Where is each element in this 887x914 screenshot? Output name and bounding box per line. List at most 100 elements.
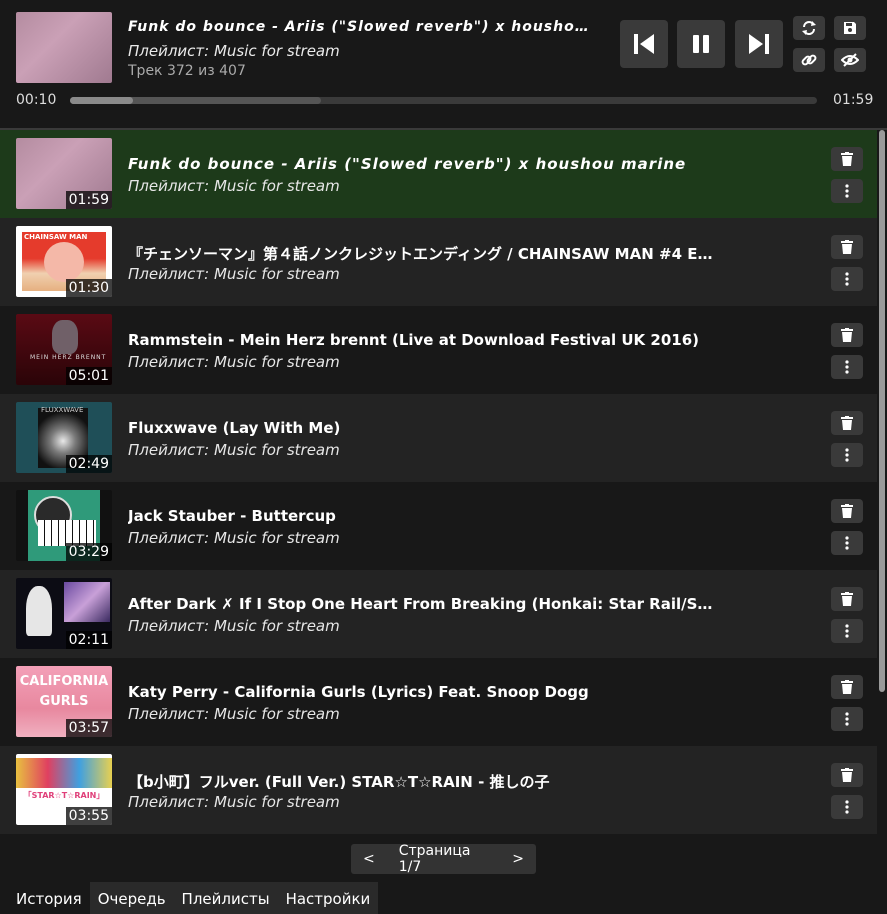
tab-playlists[interactable]: Плейлисты xyxy=(173,882,278,914)
thumbnail-art: 「STAR☆T☆RAIN」 xyxy=(23,791,105,800)
thumbnail-art: FLUXXWAVE xyxy=(41,406,84,414)
more-options-button[interactable] xyxy=(831,355,863,379)
track-duration: 02:49 xyxy=(65,455,112,473)
trash-icon xyxy=(841,592,853,606)
more-vertical-icon xyxy=(845,624,849,638)
more-options-button[interactable] xyxy=(831,179,863,203)
delete-track-button[interactable] xyxy=(831,763,863,787)
eye-slash-icon xyxy=(841,53,859,67)
track-playlist: Плейлист: Music for stream xyxy=(128,529,340,547)
track-title: After Dark ✗ If I Stop One Heart From Br… xyxy=(128,595,718,613)
pagination: < Страница 1/7 > xyxy=(351,843,536,875)
track-title: Katy Perry - California Gurls (Lyrics) F… xyxy=(128,683,589,701)
track-thumbnail: 03:29 xyxy=(16,490,112,561)
track-duration: 03:57 xyxy=(65,719,112,737)
track-thumbnail: FLUXXWAVE 02:49 xyxy=(16,402,112,473)
more-options-button[interactable] xyxy=(831,531,863,555)
more-options-button[interactable] xyxy=(831,619,863,643)
track-row[interactable]: MEIN HERZ BRENNT 05:01 Rammstein - Mein … xyxy=(0,306,877,394)
save-icon xyxy=(844,22,856,34)
trash-icon xyxy=(841,328,853,342)
more-vertical-icon xyxy=(845,448,849,462)
repeat-icon xyxy=(802,21,816,35)
track-row[interactable]: 03:29 Jack Stauber - Buttercup Плейлист:… xyxy=(0,482,877,570)
thumbnail-art: MEIN HERZ BRENNT xyxy=(30,354,107,361)
track-list: 01:59 Funk do bounce - Ariis ("Slowed re… xyxy=(0,130,877,836)
pause-icon xyxy=(693,35,709,53)
progress-bar[interactable] xyxy=(70,97,817,104)
save-button[interactable] xyxy=(834,16,866,40)
thumbnail-art xyxy=(26,586,52,636)
skip-previous-icon xyxy=(634,34,654,54)
track-duration: 03:55 xyxy=(65,807,112,825)
track-thumbnail: 02:11 xyxy=(16,578,112,649)
track-row[interactable]: 02:11 After Dark ✗ If I Stop One Heart F… xyxy=(0,570,877,658)
track-title: Fluxxwave (Lay With Me) xyxy=(128,419,341,437)
tab-settings[interactable]: Настройки xyxy=(277,882,379,914)
previous-button[interactable] xyxy=(620,20,668,68)
track-row[interactable]: FLUXXWAVE 02:49 Fluxxwave (Lay With Me) … xyxy=(0,394,877,482)
hide-video-button[interactable] xyxy=(834,48,866,72)
track-row[interactable]: CALIFORNIA GURLS 03:57 Katy Perry - Cali… xyxy=(0,658,877,746)
more-options-button[interactable] xyxy=(831,795,863,819)
more-vertical-icon xyxy=(845,712,849,726)
track-duration: 01:30 xyxy=(65,279,112,297)
thumbnail-art xyxy=(16,758,112,788)
repeat-button[interactable] xyxy=(793,16,825,40)
thumbnail-art xyxy=(44,242,84,282)
tab-queue[interactable]: Очередь xyxy=(89,882,174,914)
total-time: 01:59 xyxy=(833,92,874,108)
track-title: Jack Stauber - Buttercup xyxy=(128,507,336,525)
pause-button[interactable] xyxy=(677,20,725,68)
next-page-button[interactable]: > xyxy=(500,851,536,867)
thumbnail-art: CHAINSAW MAN xyxy=(24,233,88,241)
delete-track-button[interactable] xyxy=(831,675,863,699)
thumbnail-art: GURLS xyxy=(39,694,89,709)
thumbnail-art: CALIFORNIA xyxy=(19,674,109,689)
track-title: Funk do bounce - Ariis ("Slowed reverb")… xyxy=(128,155,687,173)
list-scrollbar[interactable] xyxy=(877,130,887,836)
more-options-button[interactable] xyxy=(831,443,863,467)
more-options-button[interactable] xyxy=(831,267,863,291)
next-button[interactable] xyxy=(735,20,783,68)
track-playlist: Плейлист: Music for stream xyxy=(128,793,340,811)
thumbnail-art xyxy=(64,582,110,622)
track-duration: 02:11 xyxy=(65,631,112,649)
track-thumbnail: 「STAR☆T☆RAIN」 03:55 xyxy=(16,754,112,825)
tab-history[interactable]: История xyxy=(0,882,90,914)
delete-track-button[interactable] xyxy=(831,499,863,523)
track-counter: Трек 372 из 407 xyxy=(128,63,246,79)
track-thumbnail: CALIFORNIA GURLS 03:57 xyxy=(16,666,112,737)
page-indicator: Страница 1/7 xyxy=(398,843,471,875)
track-row[interactable]: 「STAR☆T☆RAIN」 03:55 【b小町】フルver. (Full Ve… xyxy=(0,746,877,834)
delete-track-button[interactable] xyxy=(831,411,863,435)
trash-icon xyxy=(841,240,853,254)
delete-track-button[interactable] xyxy=(831,235,863,259)
player-bar: Funk do bounce - Ariis ("Slowed reverb")… xyxy=(0,0,887,130)
delete-track-button[interactable] xyxy=(831,587,863,611)
track-thumbnail: MEIN HERZ BRENNT 05:01 xyxy=(16,314,112,385)
delete-track-button[interactable] xyxy=(831,323,863,347)
now-playing-title: Funk do bounce - Ariis ("Slowed reverb")… xyxy=(128,19,598,35)
more-vertical-icon xyxy=(845,536,849,550)
track-duration: 03:29 xyxy=(65,543,112,561)
scrollbar-thumb[interactable] xyxy=(879,130,885,692)
copy-link-button[interactable] xyxy=(793,48,825,72)
skip-next-icon xyxy=(749,34,769,54)
track-thumbnail: CHAINSAW MAN 01:30 xyxy=(16,226,112,297)
now-playing-playlist: Плейлист: Music for stream xyxy=(128,42,340,60)
thumbnail-art xyxy=(52,320,78,354)
delete-track-button[interactable] xyxy=(831,147,863,171)
link-icon xyxy=(801,54,817,66)
trash-icon xyxy=(841,768,853,782)
trash-icon xyxy=(841,152,853,166)
track-row-active[interactable]: 01:59 Funk do bounce - Ariis ("Slowed re… xyxy=(0,130,877,218)
more-options-button[interactable] xyxy=(831,707,863,731)
track-row[interactable]: CHAINSAW MAN 01:30 『チェンソーマン』第４話ノンクレジットエン… xyxy=(0,218,877,306)
more-vertical-icon xyxy=(845,184,849,198)
track-playlist: Плейлист: Music for stream xyxy=(128,705,340,723)
track-duration: 05:01 xyxy=(65,367,112,385)
more-vertical-icon xyxy=(845,360,849,374)
current-time: 00:10 xyxy=(16,92,57,108)
prev-page-button[interactable]: < xyxy=(351,851,387,867)
